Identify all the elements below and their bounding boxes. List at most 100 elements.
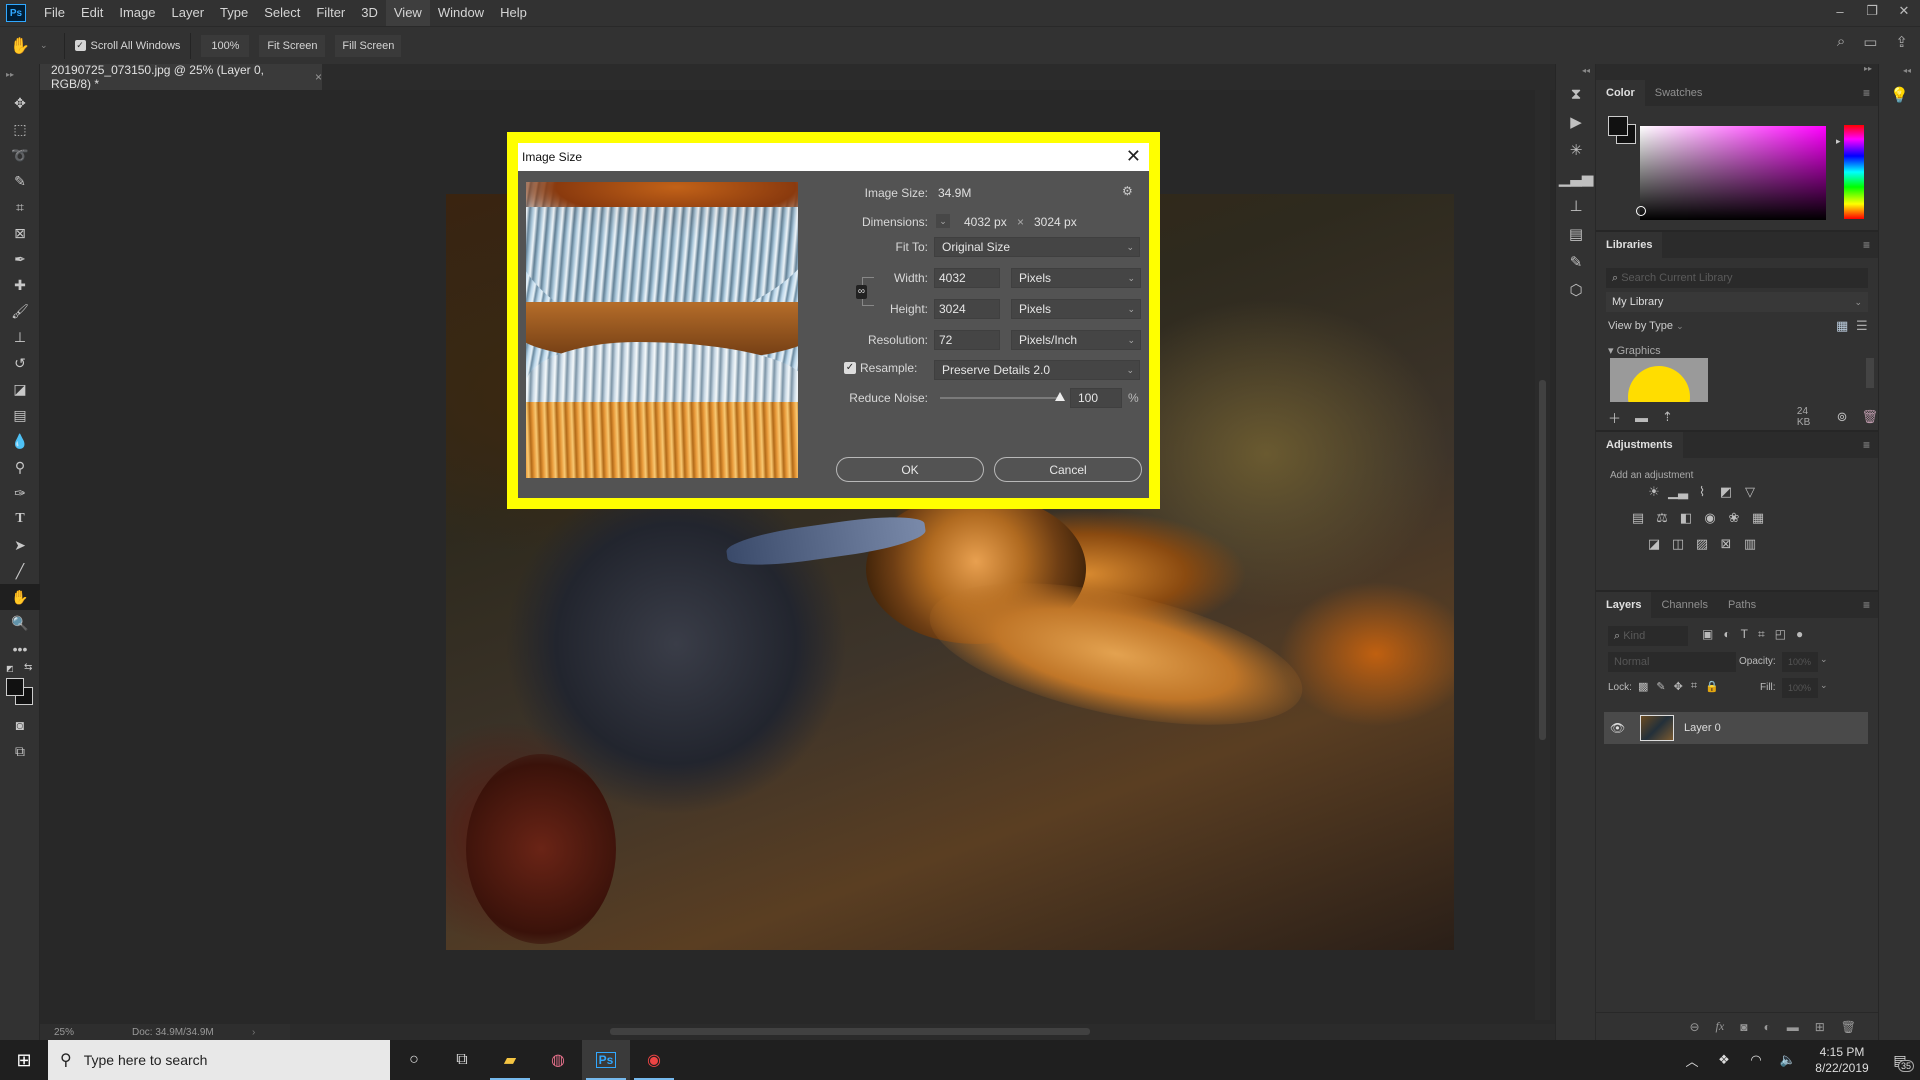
clock[interactable]: 4:15 PM 8/22/2019 <box>1804 1044 1880 1076</box>
menu-view[interactable]: View <box>385 0 430 26</box>
vertical-scrollbar[interactable] <box>1535 90 1550 1020</box>
crop-tool-icon[interactable]: ⌗ <box>0 194 40 220</box>
tab-layers[interactable]: Layers <box>1596 592 1652 618</box>
adjustment-layer-filter-icon[interactable]: ◐ <box>1723 627 1730 642</box>
upload-icon[interactable]: ⇡ <box>1662 409 1673 425</box>
new-layer-icon[interactable]: ⊞ <box>1815 1020 1825 1034</box>
menu-filter[interactable]: Filter <box>308 0 353 26</box>
more-tools-icon[interactable]: ••• <box>0 636 40 662</box>
menu-edit[interactable]: Edit <box>73 0 111 26</box>
hand-tool-icon[interactable]: ✋ <box>0 584 40 610</box>
status-menu-arrow-icon[interactable]: › <box>252 1027 255 1038</box>
filter-toggle-icon[interactable]: ● <box>1796 627 1803 642</box>
reduce-noise-input[interactable]: 100 <box>1070 388 1122 408</box>
width-unit-select[interactable]: Pixels ⌄ <box>1011 268 1141 288</box>
new-group-icon[interactable]: ▬ <box>1787 1020 1799 1034</box>
cancel-button[interactable]: Cancel <box>994 457 1142 482</box>
expand-toolbar-icon[interactable]: ▸▸ <box>0 64 39 90</box>
lock-position-icon[interactable]: ✥ <box>1674 680 1683 693</box>
gradient-tool-icon[interactable]: ▤ <box>0 402 40 428</box>
action-center-icon[interactable]: ▤ 35 <box>1880 1052 1920 1072</box>
threshold-icon[interactable]: ▨ <box>1694 536 1710 552</box>
actions-panel-icon[interactable]: ▶ <box>1556 108 1596 136</box>
color-lookup-icon[interactable]: ▦ <box>1750 510 1766 526</box>
fill-input[interactable]: 100% <box>1782 678 1818 698</box>
tab-color[interactable]: Color <box>1596 80 1645 106</box>
lock-transparency-icon[interactable]: ▩ <box>1638 680 1648 693</box>
tab-adjustments[interactable]: Adjustments <box>1596 432 1683 458</box>
3d-panel-icon[interactable]: ⬡ <box>1556 276 1596 304</box>
tab-libraries[interactable]: Libraries <box>1596 232 1663 258</box>
constrain-proportions-link-icon[interactable]: ∞ <box>856 285 867 299</box>
image-preview[interactable] <box>526 182 798 478</box>
path-selection-tool-icon[interactable]: ➤ <box>0 532 40 558</box>
creative-cloud-icon[interactable]: ⊚ <box>1837 409 1848 425</box>
opacity-dropdown-icon[interactable]: ⌄ <box>1820 654 1828 665</box>
layer-name[interactable]: Layer 0 <box>1684 722 1721 734</box>
expand-panels-icon[interactable]: ▸▸ <box>1596 64 1878 80</box>
horizontal-scroll-thumb[interactable] <box>610 1028 1090 1035</box>
opacity-input[interactable]: 100% <box>1782 652 1818 672</box>
close-dialog-icon[interactable]: ✕ <box>1126 147 1141 165</box>
menu-type[interactable]: Type <box>212 0 256 26</box>
fill-dropdown-icon[interactable]: ⌄ <box>1820 680 1828 691</box>
vibrance-icon[interactable]: ▽ <box>1742 484 1758 500</box>
invert-icon[interactable]: ◪ <box>1646 536 1662 552</box>
notes-icon[interactable]: ✎ <box>1556 248 1596 276</box>
curves-icon[interactable]: ⌇ <box>1694 484 1710 500</box>
height-unit-select[interactable]: Pixels ⌄ <box>1011 299 1141 319</box>
fill-screen-button[interactable]: Fill Screen <box>335 34 402 57</box>
scroll-all-windows-checkbox[interactable]: ✓ Scroll All Windows <box>74 40 180 52</box>
dimensions-unit-dropdown-icon[interactable]: ⌄ <box>936 214 950 228</box>
horizontal-scrollbar[interactable] <box>290 1024 1560 1040</box>
panel-menu-icon[interactable]: ≡ <box>1863 238 1870 252</box>
layer-filter-select[interactable]: ⌕ Kind <box>1608 626 1688 646</box>
menu-select[interactable]: Select <box>256 0 308 26</box>
delete-layer-icon[interactable]: 🗑 <box>1841 1020 1856 1034</box>
library-scrollbar[interactable] <box>1866 358 1874 388</box>
resample-checkbox[interactable]: ✓ <box>844 362 856 374</box>
workspace-icon[interactable]: ▭ <box>1863 33 1877 51</box>
quick-selection-tool-icon[interactable]: ✎ <box>0 168 40 194</box>
search-icon[interactable]: ⌕ <box>1837 33 1845 51</box>
color-app-icon[interactable]: ◍ <box>534 1040 582 1080</box>
hue-slider[interactable] <box>1844 125 1864 219</box>
new-adjustment-layer-icon[interactable]: ◐ <box>1763 1020 1770 1034</box>
brightness-contrast-icon[interactable]: ☀ <box>1646 484 1662 500</box>
layer-visibility-eye-icon[interactable]: 👁 <box>1610 721 1630 735</box>
fit-to-select[interactable]: Original Size ⌄ <box>934 237 1140 257</box>
menu-3d[interactable]: 3D <box>353 0 386 26</box>
menu-layer[interactable]: Layer <box>164 0 213 26</box>
black-white-icon[interactable]: ◧ <box>1678 510 1694 526</box>
library-search-input[interactable]: ⌕ Search Current Library <box>1606 268 1868 288</box>
width-input[interactable]: 4032 <box>934 268 1000 288</box>
show-hidden-icons-icon[interactable]: ︿ <box>1676 1051 1708 1070</box>
close-document-icon[interactable]: × <box>315 70 322 84</box>
height-input[interactable]: 3024 <box>934 299 1000 319</box>
clone-stamp-tool-icon[interactable]: ⊥ <box>0 324 40 350</box>
shape-layer-filter-icon[interactable]: ⌗ <box>1758 627 1765 642</box>
lock-all-icon[interactable]: 🔒 <box>1705 680 1719 693</box>
lasso-tool-icon[interactable]: ➰ <box>0 142 40 168</box>
levels-icon[interactable]: ▁▃ <box>1668 484 1688 500</box>
minimize-button[interactable]: – <box>1824 0 1856 22</box>
menu-window[interactable]: Window <box>430 0 492 26</box>
photo-filter-icon[interactable]: ◉ <box>1702 510 1718 526</box>
zoom-tool-icon[interactable]: 🔍 <box>0 610 40 636</box>
quick-mask-icon[interactable]: ◙ <box>0 712 40 738</box>
add-content-icon[interactable]: ＋ <box>1608 408 1621 427</box>
panel-menu-icon[interactable]: ≡ <box>1863 438 1870 452</box>
histogram-icon[interactable]: ▁▃▅ <box>1556 164 1596 192</box>
graphics-section[interactable]: ▾ Graphics <box>1608 344 1661 357</box>
clone-source-icon[interactable]: ⊥ <box>1556 192 1596 220</box>
color-picker-field[interactable] <box>1636 126 1826 220</box>
zoom-level[interactable]: 25% <box>40 1027 92 1038</box>
reduce-noise-slider-thumb[interactable] <box>1055 392 1065 401</box>
lock-artboard-icon[interactable]: ⌗ <box>1691 680 1697 693</box>
lock-image-pixels-icon[interactable]: ✎ <box>1656 680 1665 693</box>
collapse-dock-icon[interactable]: ◂◂ <box>1879 64 1920 80</box>
dropbox-icon[interactable]: ❖ <box>1708 1052 1740 1068</box>
volume-icon[interactable]: 🔈 <box>1772 1052 1804 1068</box>
foreground-color-swatch[interactable] <box>6 678 24 696</box>
resample-method-select[interactable]: Preserve Details 2.0 ⌄ <box>934 360 1140 380</box>
